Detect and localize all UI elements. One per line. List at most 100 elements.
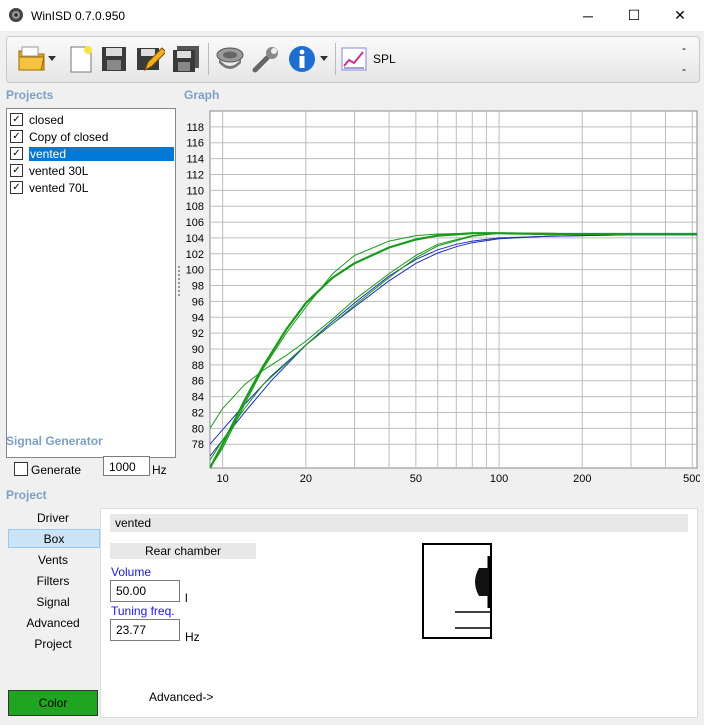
y-tick-label: 102	[186, 249, 204, 261]
box-panel: vented Rear chamber Volume 50.00 l Tunin…	[100, 508, 698, 718]
generate-label: Generate	[31, 463, 82, 477]
window-title: WinISD 0.7.0.950	[31, 9, 126, 23]
graph-heading: Graph	[184, 88, 220, 102]
y-tick-label: 82	[192, 407, 204, 419]
graph-chart-icon	[341, 47, 367, 71]
box-diagram-icon	[422, 543, 492, 639]
x-tick-label: 20	[300, 473, 312, 485]
project-name: vented	[110, 514, 688, 532]
y-tick-label: 108	[186, 201, 204, 213]
y-tick-label: 88	[192, 360, 204, 372]
y-tick-label: 100	[186, 265, 204, 277]
toolbar-separator	[208, 43, 209, 75]
toolbar: SPL - -	[6, 36, 700, 83]
app-speaker-icon	[9, 8, 23, 22]
floppy-disk-icon	[102, 47, 126, 71]
toolbar-overflow-dash[interactable]: -	[682, 41, 686, 55]
y-tick-label: 106	[186, 217, 204, 229]
nav-filters[interactable]: Filters	[8, 572, 98, 590]
volume-input[interactable]: 50.00	[110, 580, 180, 602]
spl-graph[interactable]: 78 80 82 84 86 88 90 92 94 96 98 100 102 104 106 108 110…	[182, 104, 700, 488]
project-checkbox[interactable]: ✓	[10, 130, 23, 143]
nav-driver[interactable]: Driver	[8, 509, 98, 527]
y-tick-label: 78	[192, 439, 204, 451]
open-folder-button[interactable]	[15, 42, 49, 76]
project-heading: Project	[6, 488, 47, 502]
toolbar-overflow-dash[interactable]: -	[682, 62, 686, 76]
tuning-freq-unit: Hz	[185, 630, 200, 644]
info-button[interactable]	[285, 42, 319, 76]
save-all-button[interactable]	[169, 42, 203, 76]
project-item[interactable]: ✓ Copy of closed	[10, 128, 174, 145]
open-dropdown-button[interactable]	[45, 42, 59, 76]
spl-graph-button[interactable]: SPL	[341, 42, 401, 76]
frequency-input[interactable]: 1000	[103, 456, 150, 476]
nav-vents[interactable]: Vents	[8, 551, 98, 569]
project-checkbox[interactable]: ✓	[10, 164, 23, 177]
maximize-button[interactable]: ☐	[611, 0, 657, 31]
project-checkbox[interactable]: ✓	[10, 181, 23, 194]
new-document-icon	[70, 46, 92, 73]
tools-button[interactable]	[249, 42, 283, 76]
frequency-unit: Hz	[152, 463, 167, 477]
speaker-driver-icon	[216, 47, 244, 69]
tuning-freq-input[interactable]: 23.77	[110, 619, 180, 641]
save-button[interactable]	[97, 42, 131, 76]
project-checkbox[interactable]: ✓	[10, 113, 23, 126]
plot-background	[209, 110, 698, 469]
advanced-link[interactable]: Advanced->	[149, 690, 213, 704]
nav-signal[interactable]: Signal	[8, 593, 98, 611]
folder-icon	[18, 46, 45, 71]
y-tick-label: 110	[186, 185, 204, 197]
info-dropdown-button[interactable]	[317, 42, 331, 76]
y-tick-label: 80	[192, 423, 204, 435]
chevron-down-icon	[320, 56, 328, 61]
nav-advanced[interactable]: Advanced	[8, 614, 98, 632]
project-item[interactable]: ✓ vented 70L	[10, 179, 174, 196]
color-button[interactable]: Color	[8, 690, 98, 716]
project-label: vented	[29, 146, 174, 161]
y-tick-label: 104	[186, 233, 204, 245]
y-tick-label: 96	[192, 296, 204, 308]
tuning-freq-label: Tuning freq.	[111, 604, 175, 618]
close-button[interactable]: ✕	[657, 0, 703, 31]
project-checkbox[interactable]: ✓	[10, 147, 23, 160]
save-all-icon	[173, 46, 199, 72]
info-icon	[289, 46, 315, 72]
project-item[interactable]: ✓ vented	[10, 145, 174, 162]
x-tick-label: 50	[410, 473, 422, 485]
x-tick-label: 100	[490, 473, 508, 485]
project-label: vented 30L	[29, 163, 89, 178]
y-tick-label: 90	[192, 344, 204, 356]
pencil-edit-icon	[137, 47, 165, 72]
chevron-down-icon	[48, 56, 56, 61]
y-tick-label: 116	[186, 138, 204, 150]
y-tick-label: 86	[192, 376, 204, 388]
project-label: vented 70L	[29, 180, 89, 195]
edit-button[interactable]	[133, 42, 167, 76]
generate-checkbox[interactable]	[14, 462, 28, 476]
nav-box[interactable]: Box	[8, 529, 100, 548]
new-project-button[interactable]	[63, 42, 97, 76]
graph-grid	[209, 110, 698, 469]
volume-label: Volume	[111, 565, 152, 579]
minimize-button[interactable]: ─	[565, 0, 611, 31]
driver-button[interactable]	[213, 42, 247, 76]
project-item[interactable]: ✓ vented 30L	[10, 162, 174, 179]
volume-unit: l	[185, 591, 188, 605]
y-tick-label: 112	[186, 169, 204, 181]
rear-chamber-header: Rear chamber	[110, 543, 256, 559]
nav-project[interactable]: Project	[8, 635, 98, 653]
x-tick-label: 10	[217, 473, 229, 485]
y-tick-label: 92	[192, 328, 204, 340]
project-label: Copy of closed	[29, 129, 109, 144]
y-tick-label: 84	[192, 392, 204, 404]
project-item[interactable]: ✓ closed	[10, 111, 174, 128]
spl-label: SPL	[373, 52, 396, 66]
x-tick-label: 500	[683, 473, 700, 485]
projects-list[interactable]: ✓ closed ✓ Copy of closed ✓ vented ✓ ven…	[6, 108, 176, 458]
y-tick-label: 118	[186, 122, 204, 134]
signal-generator-heading: Signal Generator	[6, 434, 103, 448]
y-tick-label: 94	[192, 312, 204, 324]
y-tick-label: 98	[192, 281, 204, 293]
